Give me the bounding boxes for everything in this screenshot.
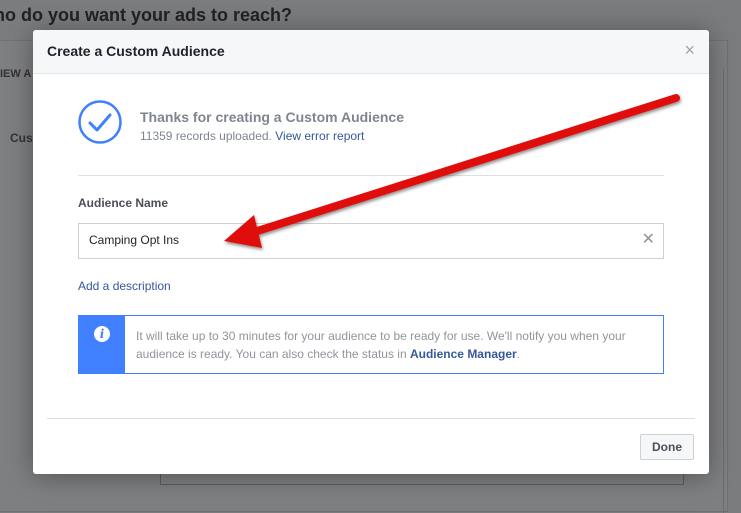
annotation-arrow: [224, 94, 680, 248]
arrow-shaft: [244, 94, 680, 238]
arrow-head: [224, 215, 262, 248]
